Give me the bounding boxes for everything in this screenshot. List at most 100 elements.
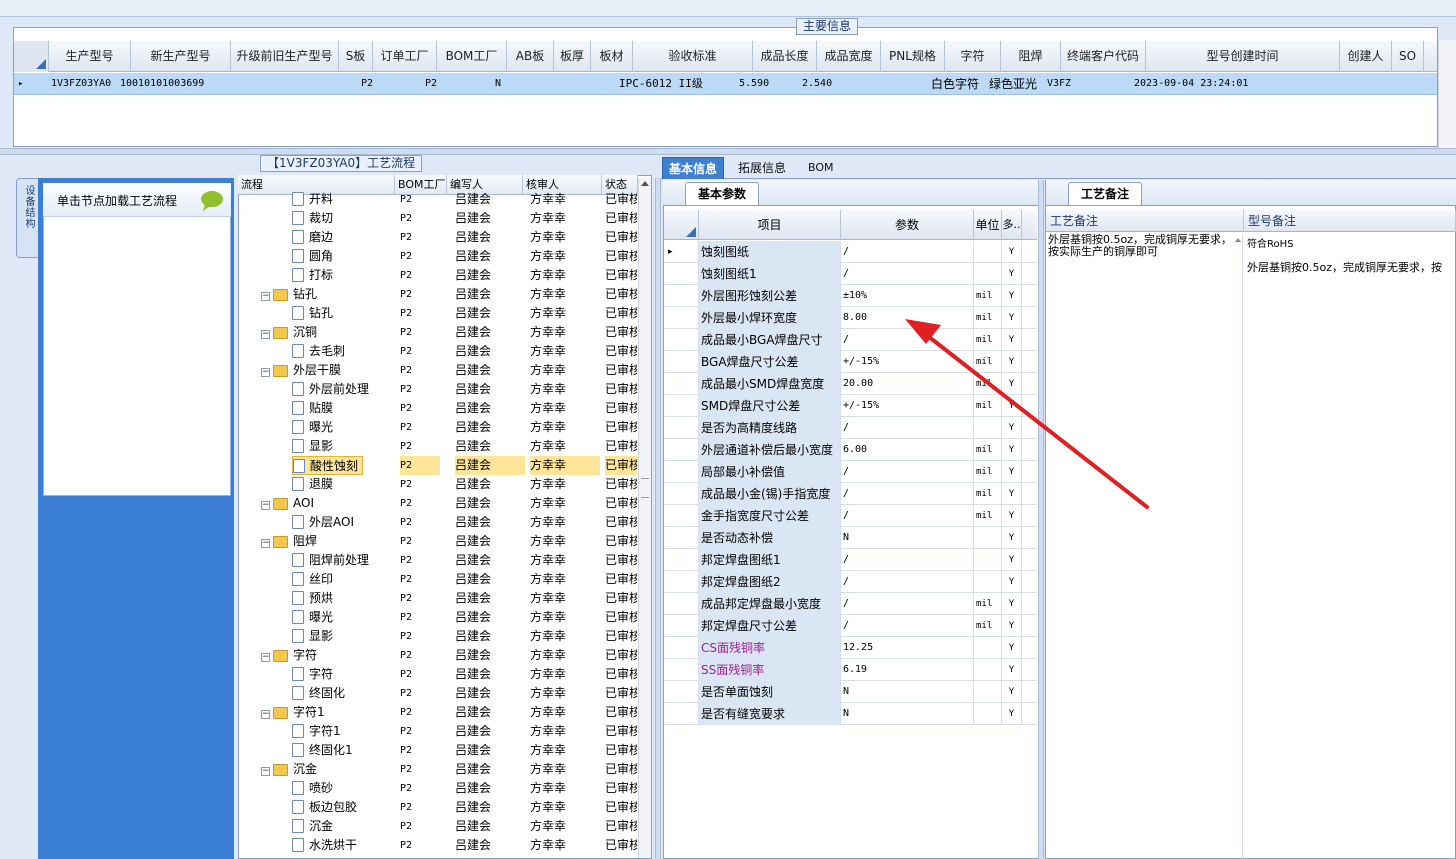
tree-cell-status[interactable]: 已审核: [605, 209, 637, 228]
grid-corner[interactable]: [14, 41, 49, 72]
tree-cell-writer[interactable]: 吕建会: [455, 342, 525, 361]
row-indicator[interactable]: [664, 659, 699, 681]
param-row[interactable]: 外层最小焊环宽度 8.00 mil Y: [664, 307, 1037, 329]
param-unit[interactable]: mil: [974, 285, 1002, 307]
tree-cell-bom[interactable]: P2: [400, 323, 440, 342]
tree-node[interactable]: 字符: [292, 665, 337, 684]
param-row[interactable]: 是否有缝宽要求 N Y: [664, 703, 1037, 725]
tree-cell-reviewer[interactable]: 方幸幸: [530, 836, 600, 855]
tree-node[interactable]: − 钻孔: [261, 285, 321, 304]
tree-cell-status[interactable]: 已审核: [605, 722, 637, 741]
param-value[interactable]: /: [841, 329, 974, 351]
tree-cell-status[interactable]: 已审核: [605, 304, 637, 323]
tree-row[interactable]: − 阻焊 P2 吕建会 方幸幸 已审核: [239, 532, 637, 551]
param-value[interactable]: N: [841, 681, 974, 703]
param-flag[interactable]: Y: [1002, 285, 1022, 307]
col-header[interactable]: 升级前旧生产型号: [231, 41, 339, 72]
tree-cell-reviewer[interactable]: 方幸幸: [530, 665, 600, 684]
params-corner[interactable]: [664, 210, 699, 240]
row-indicator[interactable]: [664, 417, 699, 439]
tree-cell-reviewer[interactable]: 方幸幸: [530, 608, 600, 627]
col-header[interactable]: 成品长度: [753, 41, 817, 72]
col-header[interactable]: 型号创建时间: [1146, 41, 1340, 72]
param-flag[interactable]: Y: [1002, 703, 1022, 725]
tree-cell-bom[interactable]: P2: [400, 247, 440, 266]
subtab-process-remarks[interactable]: 工艺备注: [1068, 182, 1143, 205]
collapse-icon[interactable]: −: [261, 710, 270, 719]
right-splitter[interactable]: [1038, 180, 1044, 859]
tree-cell-status[interactable]: 已审核: [605, 399, 637, 418]
param-unit[interactable]: [974, 637, 1002, 659]
tree-cell-bom[interactable]: P2: [400, 779, 440, 798]
tree-cell-writer[interactable]: 吕建会: [455, 380, 525, 399]
tree-row[interactable]: − 字符 P2 吕建会 方幸幸 已审核: [239, 646, 637, 665]
tree-cell-bom[interactable]: P2: [400, 798, 440, 817]
params-col-value[interactable]: 参数: [841, 210, 974, 240]
tree-cell-writer[interactable]: 吕建会: [455, 817, 525, 836]
tree-cell-writer[interactable]: 吕建会: [455, 798, 525, 817]
cell-prod-model[interactable]: 1V3FZ03YA0: [51, 73, 131, 95]
tree-row[interactable]: 圆角 P2 吕建会 方幸幸 已审核: [239, 247, 637, 266]
tree-node[interactable]: 裁切: [292, 209, 337, 228]
tree-cell-bom[interactable]: P2: [400, 836, 440, 855]
tree-row[interactable]: 字符 P2 吕建会 方幸幸 已审核: [239, 665, 637, 684]
tree-cell-status[interactable]: 已审核: [605, 589, 637, 608]
tree-cell-bom[interactable]: P2: [400, 456, 440, 475]
collapse-icon[interactable]: −: [261, 368, 270, 377]
tree-cell-status[interactable]: 已审核: [605, 513, 637, 532]
tree-cell-writer[interactable]: 吕建会: [455, 228, 525, 247]
param-value[interactable]: /: [841, 615, 974, 637]
tree-node[interactable]: 字符1: [292, 722, 345, 741]
tree-node[interactable]: 曝光: [292, 418, 337, 437]
tree-cell-status[interactable]: 已审核: [605, 646, 637, 665]
tree-cell-writer[interactable]: 吕建会: [455, 646, 525, 665]
tree-cell-reviewer[interactable]: 方幸幸: [530, 817, 600, 836]
tree-cell-writer[interactable]: 吕建会: [455, 513, 525, 532]
tree-node[interactable]: − 字符: [261, 646, 321, 665]
tree-cell-reviewer[interactable]: 方幸幸: [530, 779, 600, 798]
row-indicator[interactable]: [664, 505, 699, 527]
row-indicator[interactable]: [664, 395, 699, 417]
col-header[interactable]: BOM工厂: [437, 41, 507, 72]
param-unit[interactable]: mil: [974, 439, 1002, 461]
tree-cell-status[interactable]: 已审核: [605, 551, 637, 570]
tree-cell-status[interactable]: 已审核: [605, 475, 637, 494]
cell-bom-factory[interactable]: P2: [425, 73, 455, 95]
tree-cell-status[interactable]: 已审核: [605, 570, 637, 589]
tree-cell-status[interactable]: 已审核: [605, 228, 637, 247]
tree-row[interactable]: − 外层干膜 P2 吕建会 方幸幸 已审核: [239, 361, 637, 380]
row-indicator[interactable]: [664, 329, 699, 351]
tree-cell-status[interactable]: 已审核: [605, 817, 637, 836]
cell-ab-board[interactable]: N: [495, 73, 525, 95]
tree-cell-writer[interactable]: 吕建会: [455, 418, 525, 437]
param-flag[interactable]: Y: [1002, 351, 1022, 373]
param-unit[interactable]: mil: [974, 483, 1002, 505]
tree-cell-bom[interactable]: P2: [400, 760, 440, 779]
tree-node[interactable]: 预烘: [292, 589, 337, 608]
middle-splitter[interactable]: [655, 178, 661, 859]
param-row[interactable]: 邦定焊盘图纸1/ Y: [664, 549, 1037, 571]
tree-cell-writer[interactable]: 吕建会: [455, 361, 525, 380]
model-note-copper[interactable]: 外层基铜按0.5oz，完成铜厚无要求，按: [1247, 259, 1456, 275]
tree-cell-status[interactable]: 已审核: [605, 418, 637, 437]
row-indicator[interactable]: [664, 637, 699, 659]
tree-cell-status[interactable]: 已审核: [605, 779, 637, 798]
param-unit[interactable]: mil: [974, 373, 1002, 395]
collapse-icon[interactable]: −: [261, 501, 270, 510]
tree-cell-bom[interactable]: P2: [400, 684, 440, 703]
tree-cell-reviewer[interactable]: 方幸幸: [530, 646, 600, 665]
tree-cell-writer[interactable]: 吕建会: [455, 266, 525, 285]
tree-cell-bom[interactable]: P2: [400, 209, 440, 228]
tab-extended-info[interactable]: 拓展信息: [732, 157, 792, 179]
tree-cell-status[interactable]: 已审核: [605, 380, 637, 399]
tree-cell-reviewer[interactable]: 方幸幸: [530, 190, 600, 209]
param-unit[interactable]: mil: [974, 351, 1002, 373]
tree-cell-bom[interactable]: P2: [400, 646, 440, 665]
row-indicator[interactable]: [664, 285, 699, 307]
tree-cell-bom[interactable]: P2: [400, 665, 440, 684]
tree-row[interactable]: 显影 P2 吕建会 方幸幸 已审核: [239, 627, 637, 646]
tree-node[interactable]: 显影: [292, 627, 337, 646]
tree-row[interactable]: 酸性蚀刻 P2 吕建会 方幸幸 已审核: [239, 456, 637, 475]
tree-row[interactable]: 外层前处理 P2 吕建会 方幸幸 已审核: [239, 380, 637, 399]
tree-node[interactable]: 外层前处理: [292, 380, 373, 399]
